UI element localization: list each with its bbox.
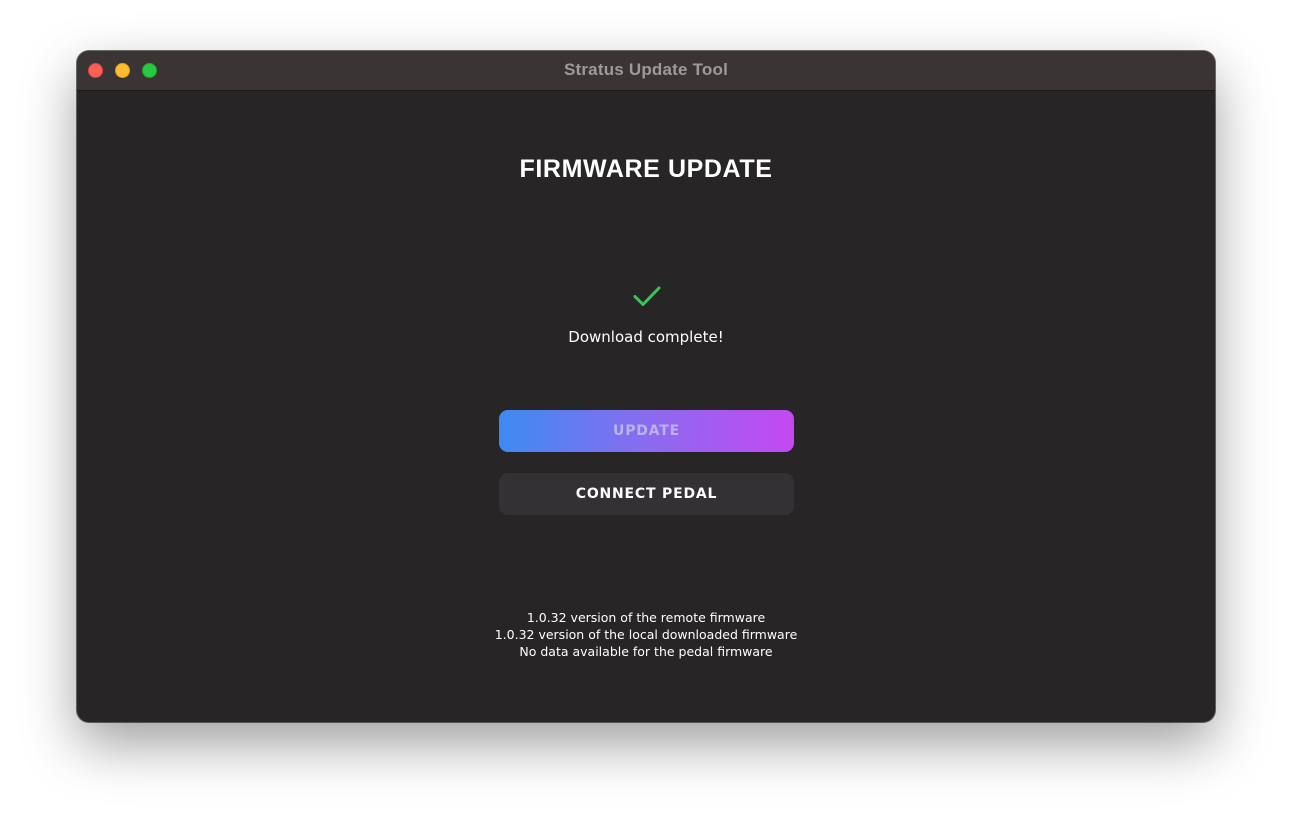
update-button[interactable]: UPDATE	[499, 410, 794, 452]
title-bar[interactable]: Stratus Update Tool	[77, 51, 1215, 91]
pedal-firmware-version: No data available for the pedal firmware	[519, 644, 773, 659]
window-title: Stratus Update Tool	[563, 60, 729, 79]
page-title: FIRMWARE UPDATE	[519, 155, 773, 183]
local-firmware-version: 1.0.32 version of the local downloaded f…	[494, 627, 798, 642]
checkmark-icon	[633, 286, 661, 306]
app-window: Stratus Update Tool FIRMWARE UPDATE Down…	[77, 51, 1215, 722]
download-status-text: Download complete!	[568, 328, 724, 346]
firmware-version-info: 1.0.32 version of the remote firmware 1.…	[77, 609, 1215, 660]
connect-pedal-button[interactable]: CONNECT PEDAL	[499, 473, 794, 515]
remote-firmware-version: 1.0.32 version of the remote firmware	[526, 610, 766, 625]
